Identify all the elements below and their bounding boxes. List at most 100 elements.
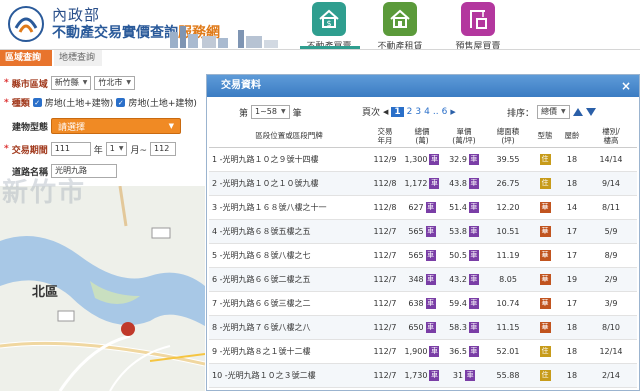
- table-row[interactable]: 6 -光明九路６６號二樓之五 112/7 348 車 43.2 車 8.05 華 19 2/9: [209, 267, 637, 292]
- type-cell: 住: [531, 171, 559, 196]
- building-type-select[interactable]: 請選擇 ▼: [51, 118, 182, 134]
- parking-tag: 車: [468, 273, 479, 285]
- total-cell: 1,172 車: [401, 171, 443, 196]
- area-cell: 11.15: [485, 315, 531, 340]
- site-header: 內政部 不動產交易實價查詢服務網 $ 不動產買賣 不動產租賃 預售屋買賣: [0, 0, 640, 52]
- floor-cell: 9/14: [585, 171, 637, 196]
- parking-tag: 車: [468, 225, 479, 237]
- type-cell: 住: [531, 363, 559, 388]
- sort-label: 排序：: [507, 108, 535, 119]
- address-cell: 5 -光明九路６８號八樓之七: [209, 243, 369, 268]
- next-page-icon[interactable]: ▶: [450, 108, 455, 116]
- current-page[interactable]: 1: [391, 106, 404, 117]
- date-cell: 112/9: [369, 147, 401, 172]
- page-link[interactable]: 6: [442, 107, 448, 117]
- type-badge: 華: [539, 249, 551, 261]
- area-cell: 12.20: [485, 195, 531, 220]
- district-select[interactable]: 竹北市 ▼: [94, 76, 135, 90]
- period-label: 交易期間: [11, 145, 48, 156]
- type-checkbox-1[interactable]: ✓: [32, 98, 42, 107]
- record-range-select[interactable]: 1~58 ▼: [251, 105, 290, 119]
- tab-area-search[interactable]: 區域查詢: [0, 50, 52, 66]
- sort-ascending-icon[interactable]: [572, 108, 583, 116]
- floor-cell: 8/10: [585, 315, 637, 340]
- chevron-down-icon: ▼: [118, 145, 124, 152]
- col-age[interactable]: 屋齡: [559, 125, 585, 148]
- col-unit[interactable]: 單價 (萬/坪): [443, 125, 485, 148]
- address-cell: 2 -光明九路１０之１０號九樓: [209, 171, 369, 196]
- unit-cell: 51.4 車: [443, 195, 485, 220]
- type-cell: 華: [531, 315, 559, 340]
- sort-descending-icon[interactable]: [585, 108, 596, 116]
- table-row[interactable]: 2 -光明九路１０之１０號九樓 112/8 1,172 車 43.8 車 26.75 住 18 9…: [209, 171, 637, 196]
- tab-landmark-search[interactable]: 地標查詢: [54, 50, 102, 66]
- record-range: 第 1~58 ▼ 筆: [239, 105, 302, 119]
- page-link[interactable]: 3: [415, 107, 421, 117]
- prev-page-icon[interactable]: ◀: [383, 108, 388, 116]
- parking-tag: 車: [468, 297, 479, 309]
- type-option-1: 房地(土地+建物): [44, 99, 114, 109]
- table-row[interactable]: 9 -光明九路８之１號十二樓 112/7 1,900 車 36.5 車 52.01 住 18 12…: [209, 339, 637, 364]
- age-cell: 18: [559, 339, 585, 364]
- address-cell: 4 -光明九路６８號五樓之五: [209, 219, 369, 244]
- area-cell: 39.55: [485, 147, 531, 172]
- page-link[interactable]: ..: [433, 107, 439, 117]
- floor-cell: 8/9: [585, 243, 637, 268]
- nav-presale-house[interactable]: 預售屋買賣: [446, 2, 510, 52]
- col-floor[interactable]: 樓別/ 樓高: [585, 125, 637, 148]
- type-badge: 華: [539, 201, 551, 213]
- year-from-input[interactable]: 111: [50, 142, 91, 156]
- col-type[interactable]: 型態: [531, 125, 559, 148]
- crane-building-icon: [461, 2, 495, 36]
- table-row[interactable]: 8 -光明九路７６號八樓之八 112/7 650 車 58.3 車 11.15 華 18 8/10: [209, 315, 637, 340]
- unit-cell: 53.8 車: [443, 219, 485, 244]
- table-row[interactable]: 10 -光明九路１０之３號二樓 112/7 1,730 車 31 車 55.88 住 18 2/1…: [209, 363, 637, 388]
- year-to-input[interactable]: 112: [150, 142, 177, 156]
- county-select[interactable]: 新竹縣 ▼: [50, 76, 92, 90]
- age-cell: 14: [559, 195, 585, 220]
- type-cell: 華: [531, 195, 559, 220]
- type-row: * 種類 ✓ 房地(土地+建物) ✓ 房地(土地+建物): [4, 96, 197, 110]
- page-link[interactable]: 2: [407, 107, 413, 117]
- area-cell: 10.51: [485, 219, 531, 244]
- house-dollar-icon: $: [312, 2, 346, 36]
- parking-tag: 車: [468, 321, 479, 333]
- table-row[interactable]: 4 -光明九路６８號五樓之五 112/7 565 車 53.8 車 10.51 華 17 5/9: [209, 219, 637, 244]
- building-row: 建物型態 請選擇 ▼: [12, 118, 182, 134]
- close-icon[interactable]: ×: [621, 75, 631, 97]
- required-marker: *: [4, 78, 9, 88]
- unit-cell: 31 車: [443, 363, 485, 388]
- type-badge: 住: [539, 153, 551, 165]
- address-cell: 9 -光明九路８之１號十二樓: [209, 339, 369, 364]
- nav-real-estate-sale[interactable]: $ 不動產買賣: [297, 2, 361, 52]
- col-area[interactable]: 總面積 (坪): [485, 125, 531, 148]
- parking-tag: 車: [468, 201, 479, 213]
- total-cell: 1,900 車: [401, 339, 443, 364]
- sort-select[interactable]: 總價 ▼: [537, 105, 570, 119]
- table-row[interactable]: 5 -光明九路６８號八樓之七 112/7 565 車 50.5 車 11.19 華 17 8/9: [209, 243, 637, 268]
- table-row[interactable]: 7 -光明九路６６號三樓之二 112/7 638 車 59.4 車 10.74 華 17 3/9: [209, 291, 637, 316]
- building-label: 建物型態: [12, 122, 49, 133]
- unit-cell: 43.8 車: [443, 171, 485, 196]
- unit-cell: 32.9 車: [443, 147, 485, 172]
- table-row[interactable]: 3 -光明九路１６８號八樓之十一 112/8 627 車 51.4 車 12.20 華 14 8/…: [209, 195, 637, 220]
- type-badge: 住: [539, 369, 551, 381]
- county-label: 縣市區域: [11, 79, 48, 90]
- col-date[interactable]: 交易 年月: [369, 125, 401, 148]
- nav-real-estate-rent[interactable]: 不動產租賃: [368, 2, 432, 52]
- parking-tag: 車: [425, 273, 436, 285]
- map-view[interactable]: 北區: [0, 186, 205, 391]
- page-link[interactable]: 4: [424, 107, 430, 117]
- parking-tag: 車: [425, 321, 436, 333]
- parking-tag: 車: [425, 297, 436, 309]
- month-from-select[interactable]: 1 ▼: [105, 142, 128, 156]
- type-checkbox-2[interactable]: ✓: [116, 98, 126, 107]
- skyline-decoration: [170, 26, 278, 48]
- col-address[interactable]: 區段位置或區段門牌: [209, 125, 369, 148]
- type-badge: 華: [539, 297, 551, 309]
- parking-tag: 車: [468, 177, 479, 189]
- table-row[interactable]: 1 -光明九路１０之９號十四樓 112/9 1,300 車 32.9 車 39.55 住 18 1…: [209, 147, 637, 172]
- total-cell: 1,730 車: [401, 363, 443, 388]
- col-total[interactable]: 總價 (萬): [401, 125, 443, 148]
- type-badge: 住: [539, 177, 551, 189]
